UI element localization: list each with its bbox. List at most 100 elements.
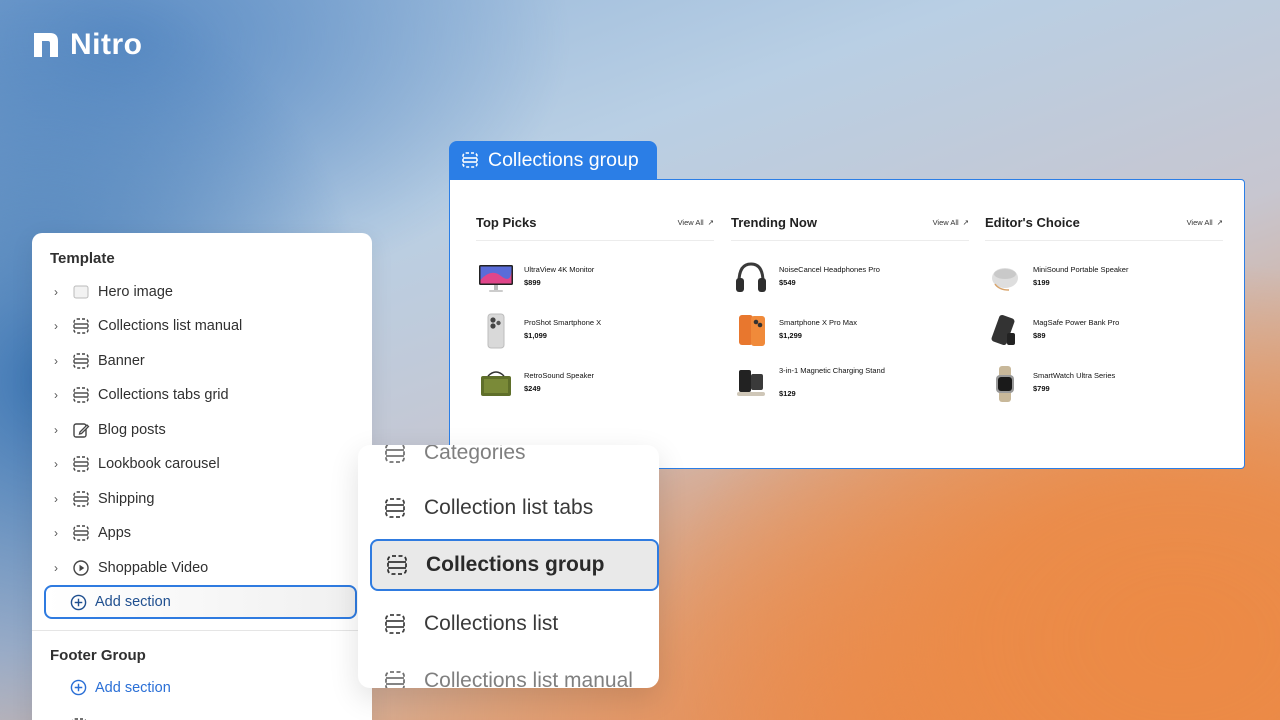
section-icon [385, 498, 405, 518]
collection-column: Top Picks View All ↗ UltraView 4K Monito… [476, 180, 714, 460]
image-icon [72, 283, 90, 301]
add-section-button[interactable]: Add section [44, 585, 357, 619]
view-all-link[interactable]: View All ↗ [678, 218, 714, 227]
plus-circle-icon [70, 594, 87, 610]
product-name: MagSafe Power Bank Pro [1033, 318, 1120, 327]
section-item-shoppable-video[interactable]: › Shoppable Video [48, 553, 358, 583]
section-picker-popup: Categories Collection list tabs Collecti… [358, 445, 659, 688]
section-icon [72, 524, 90, 542]
footer-group-heading: Footer Group [50, 647, 146, 664]
section-item-label: Apps [98, 525, 132, 541]
section-item-collections-tabs-grid[interactable]: › Collections tabs grid [48, 380, 358, 410]
play-icon [72, 559, 90, 577]
arrow-up-right-icon: ↗ [962, 218, 969, 227]
chevron-right-icon[interactable]: › [48, 561, 64, 575]
collection-column: Editor's Choice View All ↗ MiniSound Por… [985, 180, 1223, 460]
collection-title: Trending Now [731, 215, 817, 230]
collections-group-preview[interactable]: Top Picks View All ↗ UltraView 4K Monito… [449, 179, 1245, 469]
section-item-label: Banner [98, 353, 145, 369]
footer-add-section-button[interactable]: Add section [70, 679, 171, 696]
section-item-label: Lookbook carousel [98, 456, 220, 472]
section-option-collection-list-tabs[interactable]: Collection list tabs [370, 482, 659, 534]
monitor-thumbnail [479, 265, 513, 292]
chevron-right-icon[interactable]: › [48, 457, 64, 471]
collection-header: Top Picks View All ↗ [476, 215, 714, 241]
view-all-label: View All [932, 218, 959, 227]
product-price: $549 [779, 278, 796, 287]
chevron-right-icon[interactable]: › [48, 492, 64, 506]
section-option-label: Collections group [426, 553, 605, 576]
product-price: $129 [779, 389, 796, 398]
chevron-right-icon[interactable]: › [48, 423, 64, 437]
view-all-link[interactable]: View All ↗ [933, 218, 969, 227]
portable-speaker-thumbnail [992, 268, 1018, 291]
section-item-collections-list-manual[interactable]: › Collections list manual [48, 311, 358, 341]
chevron-right-icon[interactable]: › [48, 354, 64, 368]
product-name: ProShot Smartphone X [524, 318, 602, 327]
divider [32, 630, 372, 631]
collection-title: Top Picks [476, 215, 537, 230]
section-icon [72, 317, 90, 335]
chevron-right-icon[interactable]: › [48, 319, 64, 333]
product-price: $199 [1033, 278, 1050, 287]
footer-section-item-partial[interactable]: › [52, 715, 172, 720]
section-option-categories[interactable]: Categories [370, 445, 659, 479]
section-option-label: Collections list manual [424, 669, 633, 688]
product-item[interactable]: SmartWatch Ultra Series $799 [985, 366, 1223, 402]
product-item[interactable]: MiniSound Portable Speaker $199 [985, 260, 1223, 296]
section-item-shipping[interactable]: › Shipping [48, 484, 358, 514]
template-heading: Template [50, 250, 115, 267]
product-item[interactable]: UltraView 4K Monitor $899 [476, 260, 714, 296]
add-section-label: Add section [95, 594, 171, 610]
section-icon [72, 490, 90, 508]
headphones-thumbnail [736, 262, 766, 292]
section-icon [385, 671, 405, 688]
product-item[interactable]: 3-in-1 Magnetic Charging Stand $129 [731, 364, 969, 400]
product-price: $1,099 [524, 331, 547, 340]
section-option-collections-list[interactable]: Collections list [370, 598, 659, 650]
section-option-collections-list-manual[interactable]: Collections list manual [370, 655, 659, 688]
chevron-right-icon[interactable]: › [48, 285, 64, 299]
product-price: $89 [1033, 331, 1046, 340]
section-item-label: Shoppable Video [98, 560, 209, 576]
product-name: 3-in-1 Magnetic Charging Stand [779, 366, 885, 375]
collections-group-tag[interactable]: Collections group [449, 141, 657, 179]
arrow-up-right-icon: ↗ [1216, 218, 1223, 227]
chevron-right-icon[interactable]: › [48, 388, 64, 402]
product-name: UltraView 4K Monitor [524, 265, 595, 274]
section-item-banner[interactable]: › Banner [48, 346, 358, 376]
section-option-collections-group[interactable]: Collections group [370, 539, 659, 591]
collection-title: Editor's Choice [985, 215, 1080, 230]
section-icon [462, 152, 478, 168]
product-price: $899 [524, 278, 541, 287]
product-item[interactable]: ProShot Smartphone X $1,099 [476, 313, 714, 349]
product-price: $249 [524, 384, 541, 393]
product-item[interactable]: NoiseCancel Headphones Pro $549 [731, 260, 969, 296]
speaker-thumbnail [481, 371, 511, 396]
section-icon [385, 445, 405, 463]
product-item[interactable]: Smartphone X Pro Max $1,299 [731, 313, 969, 349]
charging-stand-thumbnail [737, 370, 765, 396]
section-item-lookbook-carousel[interactable]: › Lookbook carousel [48, 449, 358, 479]
product-item[interactable]: MagSafe Power Bank Pro $89 [985, 313, 1223, 349]
product-item[interactable]: RetroSound Speaker $249 [476, 366, 714, 402]
chevron-right-icon[interactable]: › [48, 526, 64, 540]
edit-icon [72, 421, 90, 439]
view-all-link[interactable]: View All ↗ [1187, 218, 1223, 227]
section-item-blog-posts[interactable]: › Blog posts [48, 415, 358, 445]
section-item-apps[interactable]: › Apps [48, 518, 358, 548]
section-item-hero-image[interactable]: › Hero image [48, 277, 358, 307]
product-name: RetroSound Speaker [524, 371, 595, 380]
collection-header: Trending Now View All ↗ [731, 215, 969, 241]
smartphone-thumbnail [487, 313, 505, 349]
section-option-label: Collections list [424, 612, 559, 635]
product-price: $1,299 [779, 331, 802, 340]
section-item-label: Shipping [98, 491, 155, 507]
section-icon [72, 455, 90, 473]
smartwatch-thumbnail [996, 366, 1014, 402]
product-name: MiniSound Portable Speaker [1033, 265, 1129, 274]
section-item-label: Collections list manual [98, 318, 243, 334]
collection-header: Editor's Choice View All ↗ [985, 215, 1223, 241]
section-item-label: Collections tabs grid [98, 387, 229, 403]
arrow-up-right-icon: ↗ [707, 218, 714, 227]
